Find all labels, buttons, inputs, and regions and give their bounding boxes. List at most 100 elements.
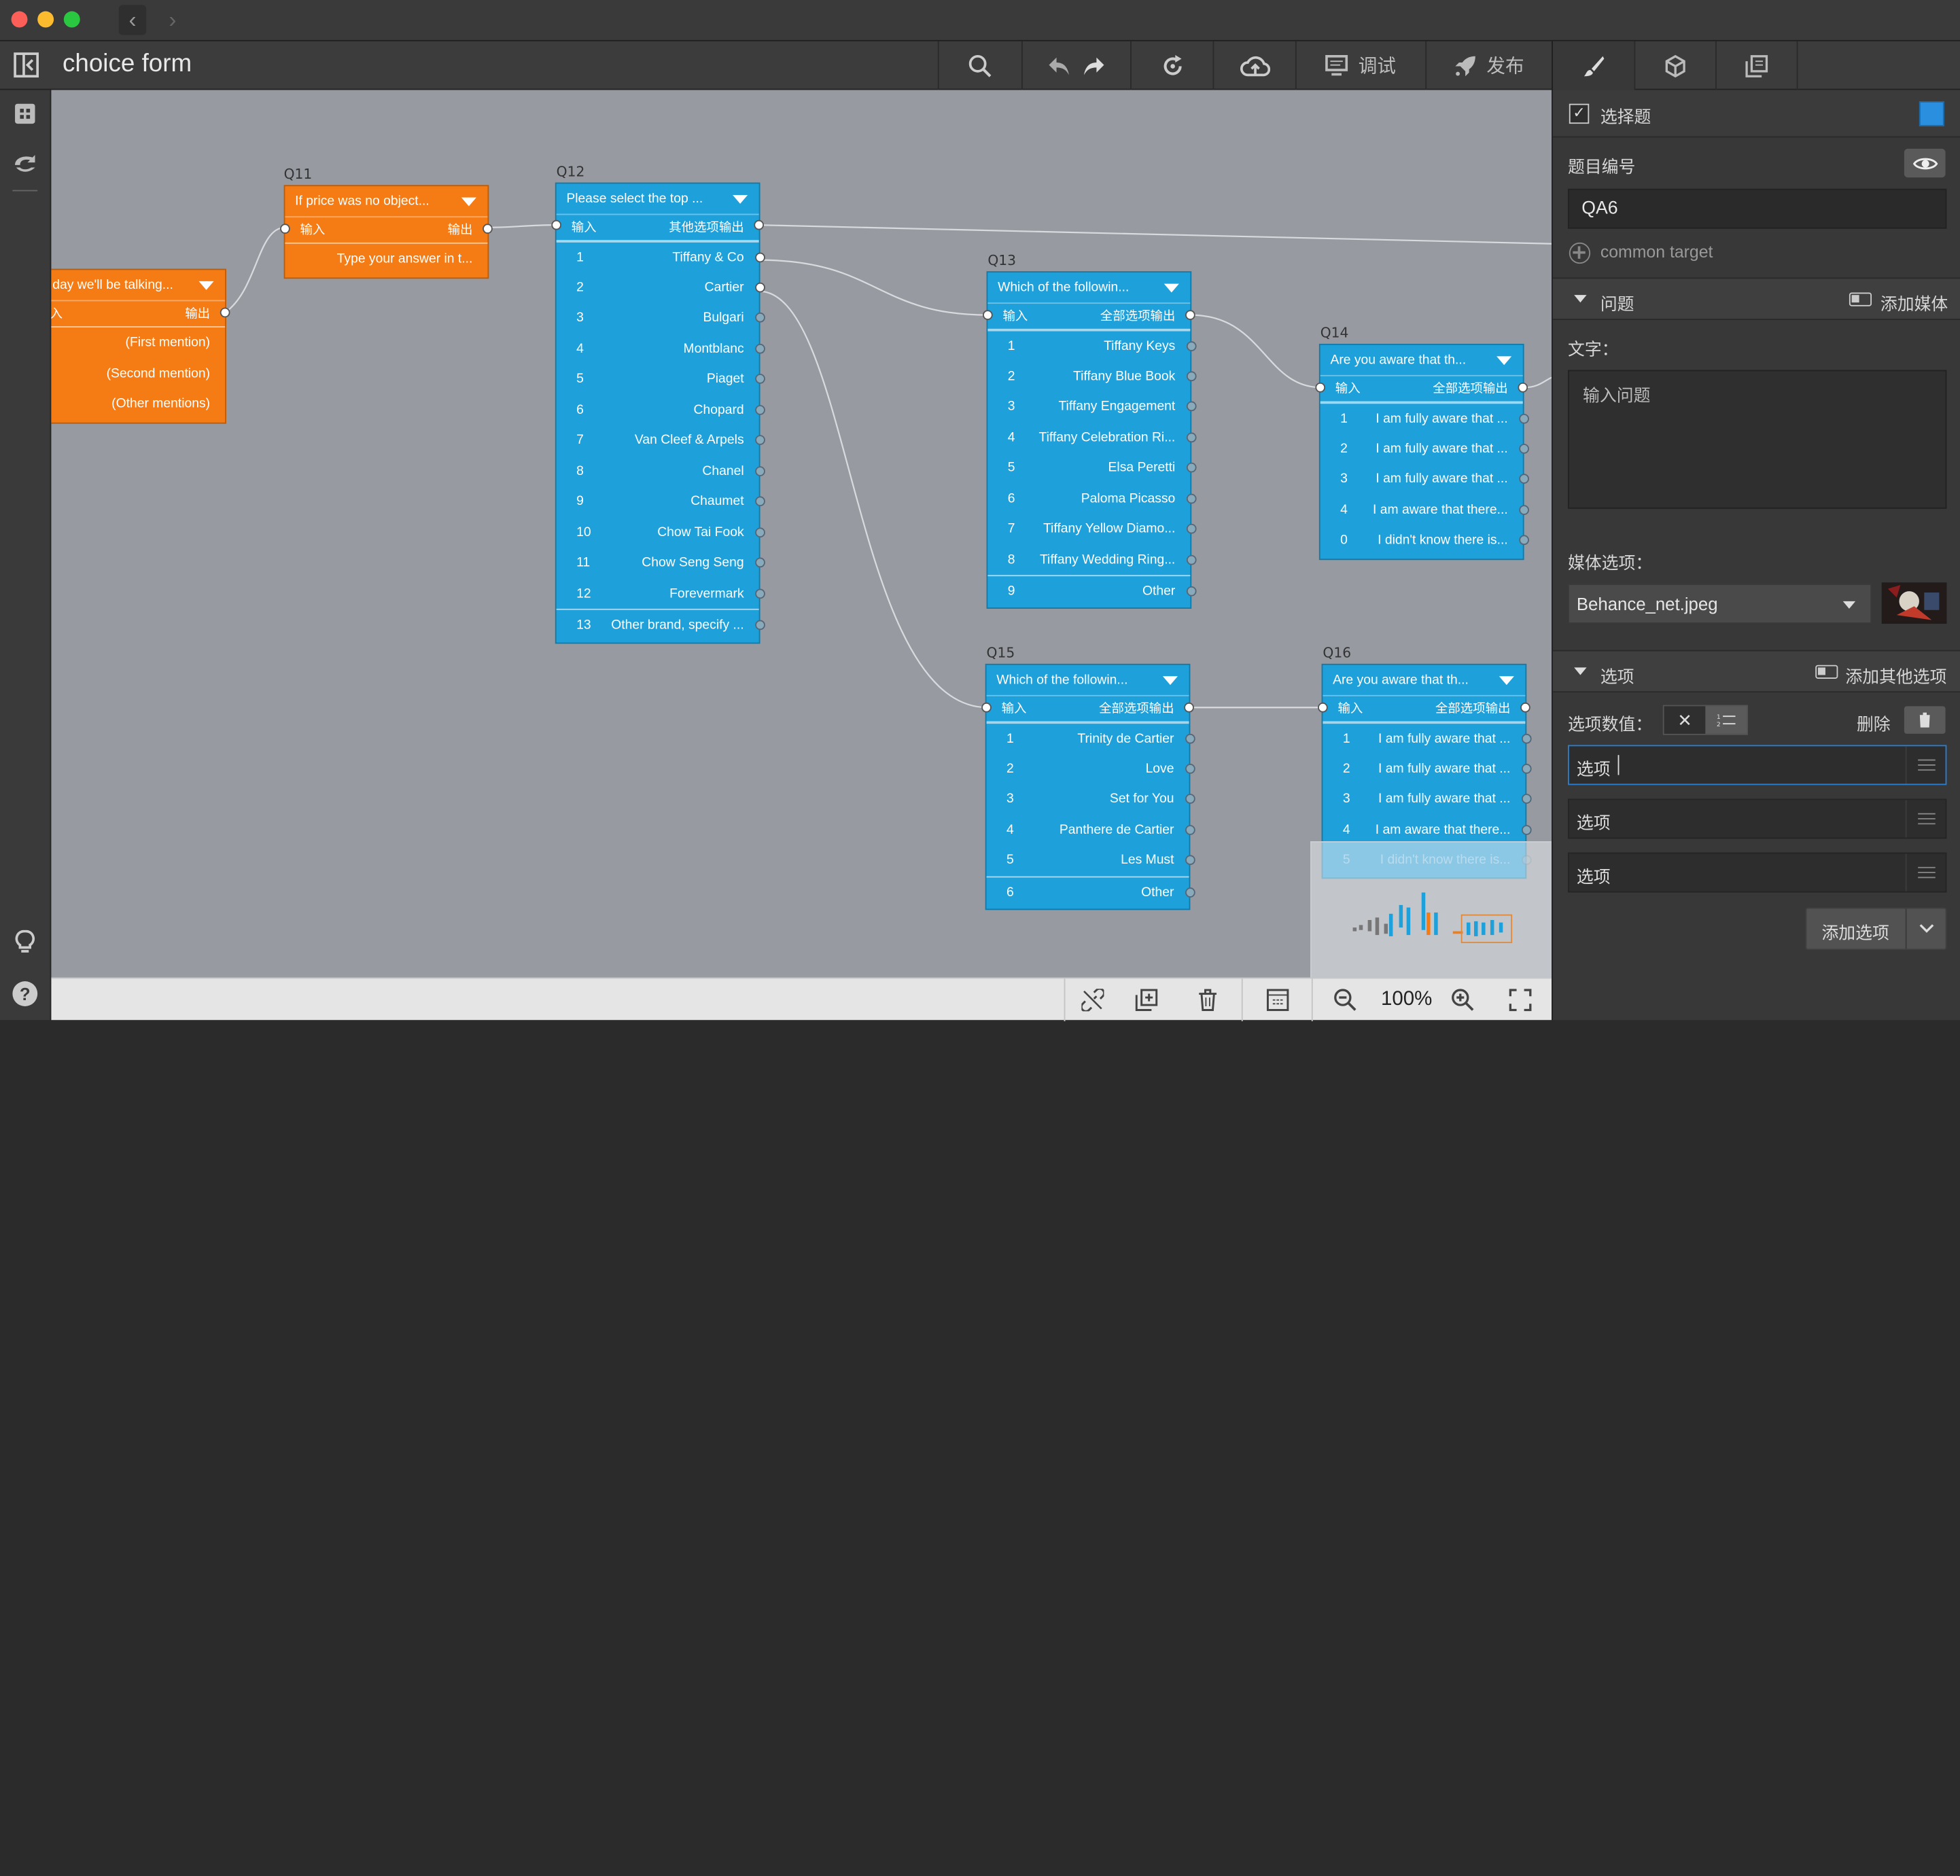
option-output-port[interactable] — [755, 465, 765, 476]
copy-button[interactable] — [1119, 978, 1174, 1021]
output-port[interactable] — [1518, 382, 1528, 393]
question-section-header[interactable]: 问题 添加媒体 — [1552, 277, 1960, 320]
visibility-toggle[interactable] — [1904, 148, 1946, 178]
option-output-port[interactable] — [1185, 763, 1195, 773]
output-port[interactable] — [754, 219, 765, 230]
option-output-port[interactable] — [755, 527, 765, 537]
option-output-port[interactable] — [755, 281, 765, 292]
option-output-port[interactable] — [755, 620, 765, 631]
option-output-port[interactable] — [1521, 763, 1532, 773]
input-port[interactable] — [280, 224, 290, 234]
drag-handle-icon[interactable] — [1905, 853, 1946, 891]
grid-view-button[interactable] — [1241, 978, 1312, 1022]
option-output-port[interactable] — [755, 557, 765, 568]
node-option-row[interactable]: 1 I am fully aware that ... — [1320, 402, 1529, 433]
options-section-header[interactable]: 选项 添加其他选项 — [1552, 650, 1960, 693]
option-output-port[interactable] — [1519, 474, 1529, 484]
media-select[interactable]: Behance_net.jpeg — [1567, 584, 1872, 624]
option-output-port[interactable] — [1186, 341, 1197, 351]
node-option-row[interactable]: 4 I am aware that there... — [1323, 815, 1532, 845]
node-option-row[interactable]: 1 Trinity de Cartier — [986, 722, 1195, 753]
numbered-list-icon[interactable]: 12 — [1705, 706, 1747, 734]
node-option-row[interactable]: 9 Other — [987, 575, 1197, 605]
refresh-button[interactable] — [1130, 41, 1212, 90]
drag-handle-icon[interactable] — [1905, 800, 1946, 838]
question-node-q10[interactable]: day we'll be talking... 入 输出 (First menti… — [51, 268, 226, 424]
output-port[interactable] — [220, 307, 230, 318]
dropdown-icon[interactable] — [1497, 356, 1512, 366]
collapse-arrow-icon[interactable] — [1574, 295, 1587, 303]
node-option-row[interactable]: 3 Tiffany Engagement — [987, 391, 1197, 422]
node-option-row[interactable]: 11 Chow Seng Seng — [557, 548, 765, 578]
option-output-port[interactable] — [1186, 554, 1197, 565]
input-port[interactable] — [981, 702, 992, 713]
dropdown-icon[interactable] — [461, 197, 476, 207]
tab-style[interactable] — [1552, 41, 1634, 90]
zoom-in-button[interactable] — [1437, 978, 1489, 1021]
option-output-port[interactable] — [755, 374, 765, 384]
node-option-row[interactable]: 2 Love — [987, 753, 1195, 783]
question-node-q11[interactable]: If price was no object... 输入 输出 Type your… — [283, 185, 489, 279]
question-text-area[interactable]: 输入问题 — [1567, 370, 1947, 509]
node-option-row[interactable]: 4 I am aware that there... — [1320, 495, 1529, 525]
toggle-switch-icon[interactable] — [1815, 665, 1838, 679]
debug-button[interactable]: 调试 — [1295, 41, 1425, 90]
collapse-arrow-icon[interactable] — [1574, 667, 1587, 675]
dropdown-icon[interactable] — [1499, 676, 1514, 686]
node-option-row[interactable]: 7 Tiffany Yellow Diamo... — [987, 514, 1197, 544]
node-option-row[interactable]: 3 I am fully aware that ... — [1323, 783, 1532, 814]
node-option-row[interactable]: 1 Tiffany Keys — [987, 330, 1197, 361]
target-icon[interactable] — [1569, 242, 1591, 264]
help-icon[interactable]: ? — [12, 981, 38, 1006]
close-icon[interactable]: ✕ — [1664, 706, 1706, 734]
option-output-port[interactable] — [1519, 535, 1529, 546]
option-output-port[interactable] — [1521, 824, 1532, 834]
option-output-port[interactable] — [1521, 794, 1532, 804]
node-option-row[interactable]: 5 Les Must — [987, 845, 1195, 876]
minimize-window-button[interactable] — [37, 11, 54, 28]
search-button[interactable] — [937, 41, 1021, 90]
option-output-port[interactable] — [1185, 794, 1195, 804]
node-option-row[interactable]: 2 Tiffany Blue Book — [987, 361, 1197, 391]
node-option-row[interactable]: 8 Chanel — [557, 456, 765, 486]
back-icon[interactable]: ‹ — [118, 5, 147, 35]
dropdown-icon[interactable] — [198, 281, 214, 290]
delete-option-button[interactable] — [1904, 706, 1946, 734]
input-port[interactable] — [983, 310, 993, 320]
option-output-port[interactable] — [755, 588, 765, 599]
flow-canvas[interactable]: day we'll be talking... 入 输出 (First menti… — [51, 90, 1552, 978]
theme-icon[interactable] — [12, 152, 37, 181]
dropdown-icon[interactable] — [733, 194, 748, 204]
grid-icon[interactable] — [14, 103, 36, 131]
node-option-row[interactable]: 13 Other brand, specify ... — [556, 608, 765, 639]
option-output-port[interactable] — [755, 312, 765, 323]
node-option-row[interactable]: 1 Tiffany & Co — [556, 241, 765, 272]
output-port[interactable] — [1520, 702, 1530, 713]
option-output-port[interactable] — [1519, 443, 1529, 453]
checkbox-icon[interactable]: ✓ — [1569, 103, 1590, 124]
node-option-row[interactable]: 4 Montblanc — [557, 333, 765, 364]
fullscreen-button[interactable] — [1489, 978, 1552, 1021]
add-option-button[interactable]: 添加选项 — [1805, 907, 1947, 951]
drag-handle-icon[interactable] — [1905, 746, 1946, 784]
option-row[interactable]: 选项 — [1567, 798, 1947, 839]
node-option-row[interactable]: 2 I am fully aware that ... — [1323, 753, 1532, 783]
delete-button[interactable] — [1174, 978, 1241, 1021]
option-value-toggle[interactable]: ✕ 12 — [1662, 705, 1748, 735]
option-output-port[interactable] — [1186, 462, 1197, 473]
node-option-row[interactable]: 3 Set for You — [987, 783, 1195, 814]
node-option-row[interactable]: 9 Chaumet — [557, 486, 765, 517]
node-option-row[interactable]: 6 Chopard — [557, 394, 765, 425]
tab-component[interactable] — [1634, 41, 1715, 90]
question-node-q14[interactable]: Are you aware that th... 输入 全部选项输出 1 I am … — [1318, 343, 1529, 561]
node-option-row[interactable]: 5 Elsa Peretti — [987, 453, 1197, 483]
undo-icon[interactable] — [1047, 54, 1072, 77]
option-output-port[interactable] — [755, 435, 765, 445]
option-output-port[interactable] — [1186, 370, 1197, 381]
node-option-row[interactable]: 1 I am fully aware that ... — [1323, 722, 1532, 753]
cloud-upload-button[interactable] — [1212, 41, 1295, 90]
lightbulb-icon[interactable] — [14, 930, 36, 961]
option-output-port[interactable] — [1186, 431, 1197, 442]
option-output-port[interactable] — [1186, 401, 1197, 412]
media-thumbnail[interactable] — [1881, 582, 1947, 624]
